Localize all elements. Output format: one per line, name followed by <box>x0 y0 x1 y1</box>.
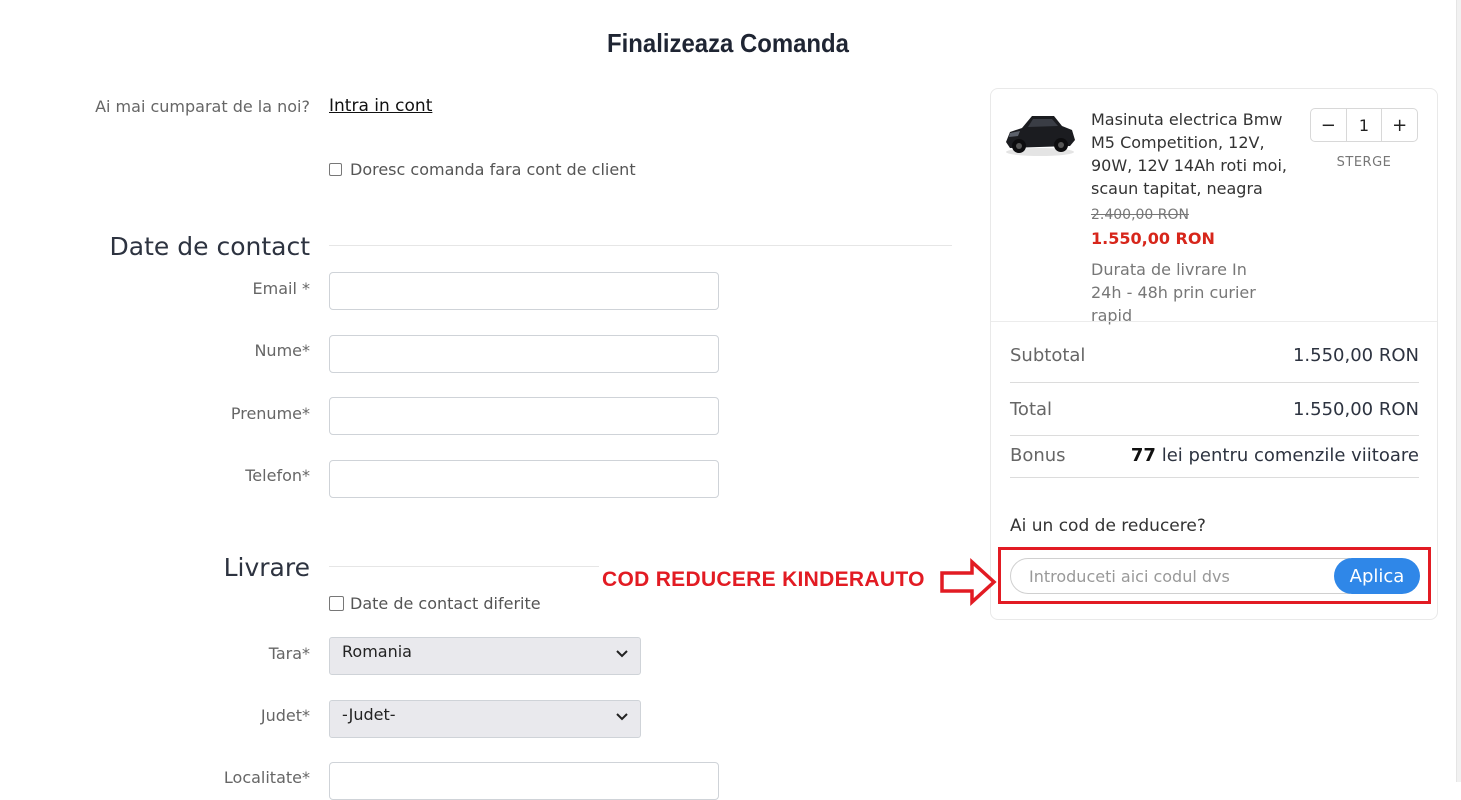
guest-checkbox[interactable] <box>329 163 342 176</box>
total-row: Total 1.550,00 RON <box>1010 399 1419 420</box>
right-arrow-icon <box>938 558 998 606</box>
remove-item-button[interactable]: STERGE <box>1310 155 1418 170</box>
summary-divider <box>1010 477 1419 478</box>
highlight-box <box>998 547 1431 604</box>
section-divider <box>329 245 952 246</box>
different-contact-option[interactable]: Date de contact diferite <box>329 594 541 613</box>
bonus-row: Bonus 77 lei pentru comenzile viitoare <box>1010 445 1419 466</box>
bonus-value: 77 lei pentru comenzile viitoare <box>1131 445 1419 466</box>
country-select[interactable]: Romania <box>329 637 641 675</box>
county-selected-value: -Judet- <box>342 705 396 724</box>
section-divider <box>329 566 599 567</box>
country-label: Tara* <box>268 644 310 663</box>
last-name-field[interactable] <box>329 335 719 373</box>
returning-customer-question: Ai mai cumparat de la noi? <box>95 97 310 116</box>
quantity-minus-button[interactable]: − <box>1311 109 1346 141</box>
different-contact-label: Date de contact diferite <box>350 594 541 613</box>
phone-label: Telefon* <box>245 466 310 485</box>
subtotal-row: Subtotal 1.550,00 RON <box>1010 345 1419 366</box>
product-name[interactable]: Masinuta electrica Bmw M5 Competition, 1… <box>1091 108 1291 200</box>
subtotal-label: Subtotal <box>1010 345 1086 366</box>
product-delivery-info: Durata de livrare In 24h - 48h prin curi… <box>1091 260 1256 325</box>
total-label: Total <box>1010 399 1053 420</box>
chevron-down-icon <box>616 709 628 725</box>
quantity-value[interactable]: 1 <box>1345 109 1383 141</box>
subtotal-value: 1.550,00 RON <box>1292 345 1419 366</box>
scrollbar-track[interactable] <box>1456 0 1461 782</box>
guest-checkout-option[interactable]: Doresc comanda fara cont de client <box>329 160 636 179</box>
summary-divider <box>1010 435 1419 436</box>
page-title: Finalizeaza Comanda <box>607 28 849 58</box>
phone-field[interactable] <box>329 460 719 498</box>
summary-divider <box>1010 382 1419 383</box>
bonus-text: lei pentru comenzile viitoare <box>1155 445 1419 466</box>
card-divider <box>991 321 1437 322</box>
county-select[interactable]: -Judet- <box>329 700 641 738</box>
last-name-label: Nume* <box>254 341 310 360</box>
first-name-field[interactable] <box>329 397 719 435</box>
coupon-question: Ai un cod de reducere? <box>1010 516 1206 536</box>
quantity-stepper: − 1 + <box>1310 108 1418 142</box>
login-link[interactable]: Intra in cont <box>329 96 432 116</box>
quantity-plus-button[interactable]: + <box>1382 109 1417 141</box>
product-old-price: 2.400,00 RON <box>1091 207 1190 223</box>
chevron-down-icon <box>616 646 628 662</box>
email-label: Email * <box>252 279 310 298</box>
city-label: Localitate* <box>223 768 310 787</box>
delivery-section-title: Livrare <box>223 553 310 582</box>
email-field[interactable] <box>329 272 719 310</box>
different-contact-checkbox[interactable] <box>329 596 344 611</box>
city-field[interactable] <box>329 762 719 800</box>
first-name-label: Prenume* <box>230 404 310 423</box>
bonus-amount: 77 <box>1130 445 1156 466</box>
product-price: 1.550,00 RON <box>1091 229 1215 248</box>
total-value: 1.550,00 RON <box>1292 399 1419 420</box>
county-label: Judet* <box>260 706 310 725</box>
coupon-annotation-text: COD REDUCERE KINDERAUTO <box>602 568 925 591</box>
contact-section-title: Date de contact <box>109 232 310 261</box>
guest-checkbox-label: Doresc comanda fara cont de client <box>350 160 636 179</box>
bonus-label: Bonus <box>1010 445 1066 466</box>
toy-car-icon[interactable] <box>1002 108 1078 160</box>
country-selected-value: Romania <box>342 642 412 661</box>
